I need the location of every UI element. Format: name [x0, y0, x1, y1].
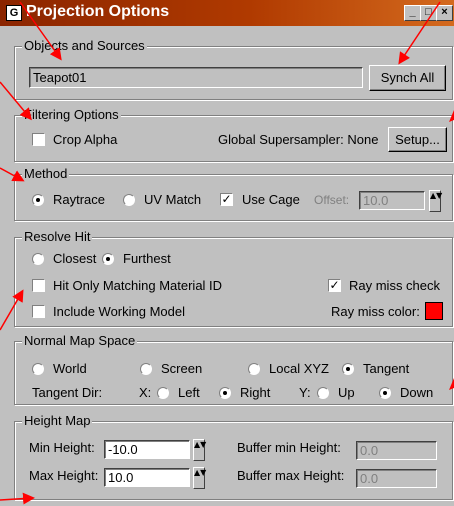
ray-miss-check-checkbox[interactable]: ✓ [328, 279, 341, 292]
projection-options-window: G Projection Options _ □ × Objects and S… [0, 0, 454, 506]
max-height-field[interactable]: 10.0 [104, 468, 190, 487]
tangent-up-label: Up [338, 385, 355, 400]
screen-label: Screen [161, 361, 203, 376]
tangent-right-label: Right [240, 385, 271, 400]
tangent-left-label: Left [178, 385, 200, 400]
tangent-label: Tangent [363, 361, 410, 376]
height-map-legend: Height Map [22, 413, 93, 428]
buffer-min-height-label: Buffer min Height: [237, 440, 341, 455]
tangent-y-label: Y: [299, 385, 311, 400]
ray-miss-color-label: Ray miss color: [331, 304, 420, 319]
title-bar[interactable]: G Projection Options _ □ × [0, 0, 454, 26]
filtering-options-group: Filtering Options Crop Alpha Global Supe… [14, 107, 453, 162]
max-height-spinner[interactable]: ▲▼ [193, 467, 206, 489]
min-height-field[interactable]: -10.0 [104, 440, 190, 459]
close-button[interactable]: × [436, 5, 453, 21]
local-xyz-radio[interactable] [248, 363, 260, 375]
tangent-left-radio[interactable] [157, 387, 169, 399]
furthest-label: Furthest [123, 251, 171, 266]
use-cage-checkbox[interactable]: ✓ [220, 193, 233, 206]
crop-alpha-label: Crop Alpha [53, 132, 118, 147]
normal-map-space-legend: Normal Map Space [22, 333, 138, 348]
setup-button[interactable]: Setup... [388, 127, 447, 152]
object-name-field[interactable]: Teapot01 [29, 67, 363, 88]
window-title: Projection Options [26, 3, 170, 20]
objects-sources-group: Objects and Sources Teapot01 Synch All [14, 38, 453, 100]
uv-match-label: UV Match [144, 192, 202, 207]
minimize-button[interactable]: _ [404, 5, 421, 21]
min-height-label: Min Height: [29, 440, 95, 455]
tangent-dir-label: Tangent Dir: [32, 385, 103, 400]
app-icon: G [6, 5, 22, 21]
offset-field[interactable]: 10.0 [359, 191, 425, 210]
world-label: World [53, 361, 87, 376]
raytrace-label: Raytrace [53, 192, 106, 207]
max-height-label: Max Height: [29, 468, 99, 483]
ray-miss-color-swatch[interactable] [425, 302, 443, 320]
world-radio[interactable] [32, 363, 44, 375]
buffer-max-height-label: Buffer max Height: [237, 468, 345, 483]
uv-match-radio[interactable] [123, 194, 135, 206]
resolve-hit-legend: Resolve Hit [22, 229, 93, 244]
method-group: Method Raytrace UV Match ✓ Use Cage Offs… [14, 166, 453, 221]
objects-sources-legend: Objects and Sources [22, 38, 147, 53]
closest-label: Closest [53, 251, 97, 266]
filtering-options-legend: Filtering Options [22, 107, 121, 122]
buffer-max-height-field[interactable]: 0.0 [356, 469, 437, 488]
normal-map-space-group: Normal Map Space World Screen Local XYZ … [14, 333, 453, 405]
tangent-right-radio[interactable] [219, 387, 231, 399]
closest-radio[interactable] [32, 253, 44, 265]
local-xyz-label: Local XYZ [269, 361, 329, 376]
include-working-model-label: Include Working Model [53, 304, 185, 319]
maximize-button[interactable]: □ [420, 5, 437, 21]
height-map-group: Height Map Min Height: -10.0 ▲▼ Buffer m… [14, 413, 453, 500]
use-cage-label: Use Cage [242, 192, 300, 207]
tangent-up-radio[interactable] [317, 387, 329, 399]
furthest-radio[interactable] [102, 253, 114, 265]
method-legend: Method [22, 166, 70, 181]
synch-all-button[interactable]: Synch All [369, 65, 446, 91]
ray-miss-check-label: Ray miss check [349, 278, 441, 293]
hit-only-matching-label: Hit Only Matching Material ID [53, 278, 223, 293]
crop-alpha-checkbox[interactable] [32, 133, 45, 146]
min-height-spinner[interactable]: ▲▼ [193, 439, 206, 461]
offset-label: Offset: [314, 193, 350, 207]
tangent-radio[interactable] [342, 363, 354, 375]
screen-radio[interactable] [140, 363, 152, 375]
resolve-hit-group: Resolve Hit Closest Furthest Hit Only Ma… [14, 229, 453, 327]
tangent-down-radio[interactable] [379, 387, 391, 399]
offset-spinner[interactable]: ▲▼ [429, 190, 442, 212]
global-supersampler-text: Global Supersampler: None [218, 132, 379, 147]
tangent-x-label: X: [139, 385, 152, 400]
include-working-model-checkbox[interactable] [32, 305, 45, 318]
tangent-down-label: Down [400, 385, 434, 400]
raytrace-radio[interactable] [32, 194, 44, 206]
buffer-min-height-field[interactable]: 0.0 [356, 441, 437, 460]
hit-only-matching-checkbox[interactable] [32, 279, 45, 292]
